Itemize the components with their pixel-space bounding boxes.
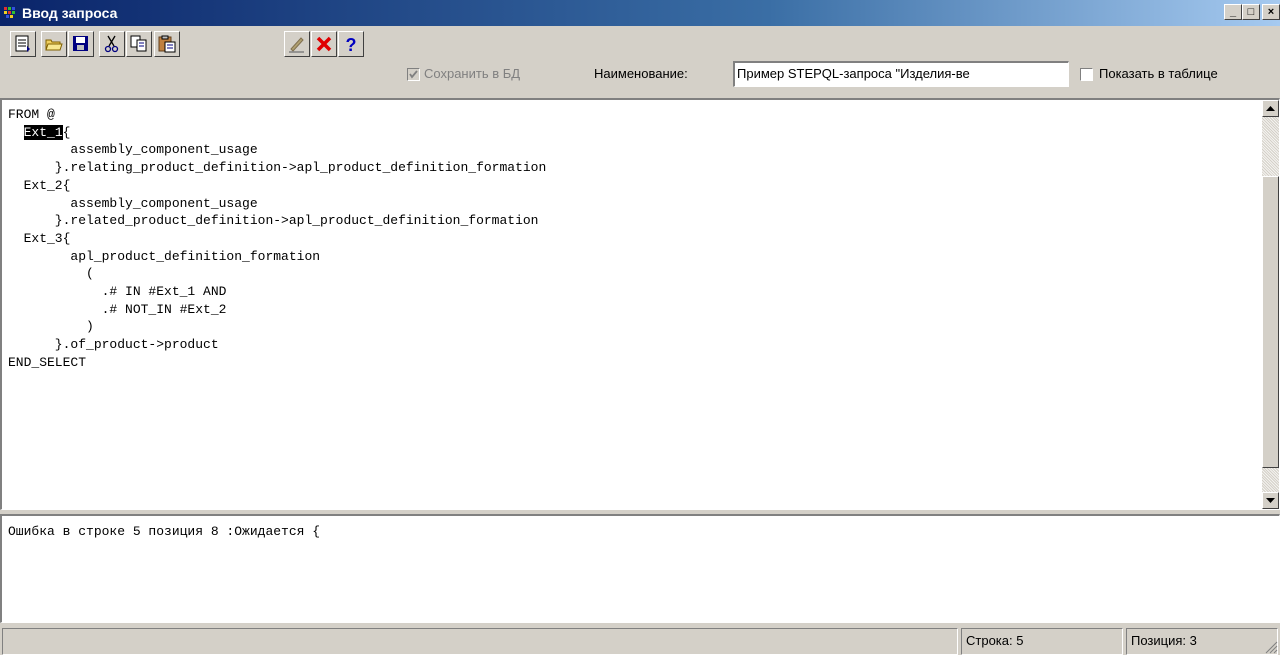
list-icon (15, 35, 30, 52)
code-body: assembly_component_usage }.relating_prod… (8, 142, 547, 370)
close-button[interactable]: × (1262, 4, 1280, 20)
app-icon (4, 7, 15, 18)
open-button[interactable] (41, 31, 67, 57)
query-editor[interactable]: FROM @ Ext_1{ assembly_component_usage }… (0, 98, 1280, 510)
minimize-button[interactable]: _ (1224, 4, 1242, 20)
scroll-down-button[interactable] (1262, 492, 1279, 509)
copy-button[interactable] (126, 31, 152, 57)
cut-icon (104, 35, 119, 53)
show-in-table-label: Показать в таблице (1099, 66, 1218, 81)
svg-text:?: ? (346, 35, 357, 53)
selected-text: Ext_1 (23, 124, 63, 140)
code-line-1: FROM @ (8, 107, 55, 122)
save-to-db-label: Сохранить в БД (424, 66, 521, 81)
code-brace: { (62, 124, 71, 140)
title-bar[interactable]: Ввод запроса _ □ × (0, 0, 1280, 26)
save-icon (73, 36, 88, 51)
list-button[interactable] (10, 31, 36, 57)
query-input-window: Ввод запроса _ □ × ? Сохранить в БД Наим… (0, 0, 1280, 655)
scroll-up-button[interactable] (1262, 100, 1279, 117)
editor-scrollbar[interactable] (1262, 100, 1279, 509)
save-button[interactable] (68, 31, 94, 57)
name-input[interactable]: Пример STEPQL-запроса "Изделия-ве (733, 61, 1069, 87)
copy-icon (130, 35, 147, 52)
delete-x-icon (316, 36, 332, 52)
resize-grip-icon[interactable] (1264, 640, 1278, 654)
toolbar (0, 26, 1280, 98)
paste-icon (158, 35, 176, 53)
scroll-thumb[interactable] (1262, 176, 1279, 468)
status-bar: Строка: 5 Позиция: 3 (0, 626, 1280, 655)
show-in-table-checkbox[interactable] (1080, 68, 1093, 81)
error-pane[interactable]: Ошибка в строке 5 позиция 8 :Ожидается { (0, 514, 1280, 623)
status-position: Позиция: 3 (1126, 628, 1278, 655)
maximize-button[interactable]: □ (1242, 4, 1260, 20)
edit-pen-icon (289, 37, 304, 53)
paste-button[interactable] (154, 31, 180, 57)
status-panel-main (2, 628, 958, 655)
error-message: Ошибка в строке 5 позиция 8 :Ожидается { (8, 524, 321, 539)
arrow-up-icon (1266, 106, 1275, 111)
open-folder-icon (45, 39, 63, 51)
arrow-down-icon (1266, 498, 1275, 503)
status-line: Строка: 5 (961, 628, 1123, 655)
check-icon (409, 70, 418, 79)
delete-button[interactable] (311, 31, 337, 57)
edit-button[interactable] (284, 31, 310, 57)
save-to-db-checkbox[interactable] (407, 68, 420, 81)
name-label: Наименование: (594, 66, 688, 81)
help-button[interactable]: ? (338, 31, 364, 57)
window-title: Ввод запроса (22, 5, 118, 21)
query-code: FROM @ Ext_1{ assembly_component_usage }… (8, 106, 546, 372)
help-icon: ? (346, 35, 357, 53)
cut-button[interactable] (99, 31, 125, 57)
